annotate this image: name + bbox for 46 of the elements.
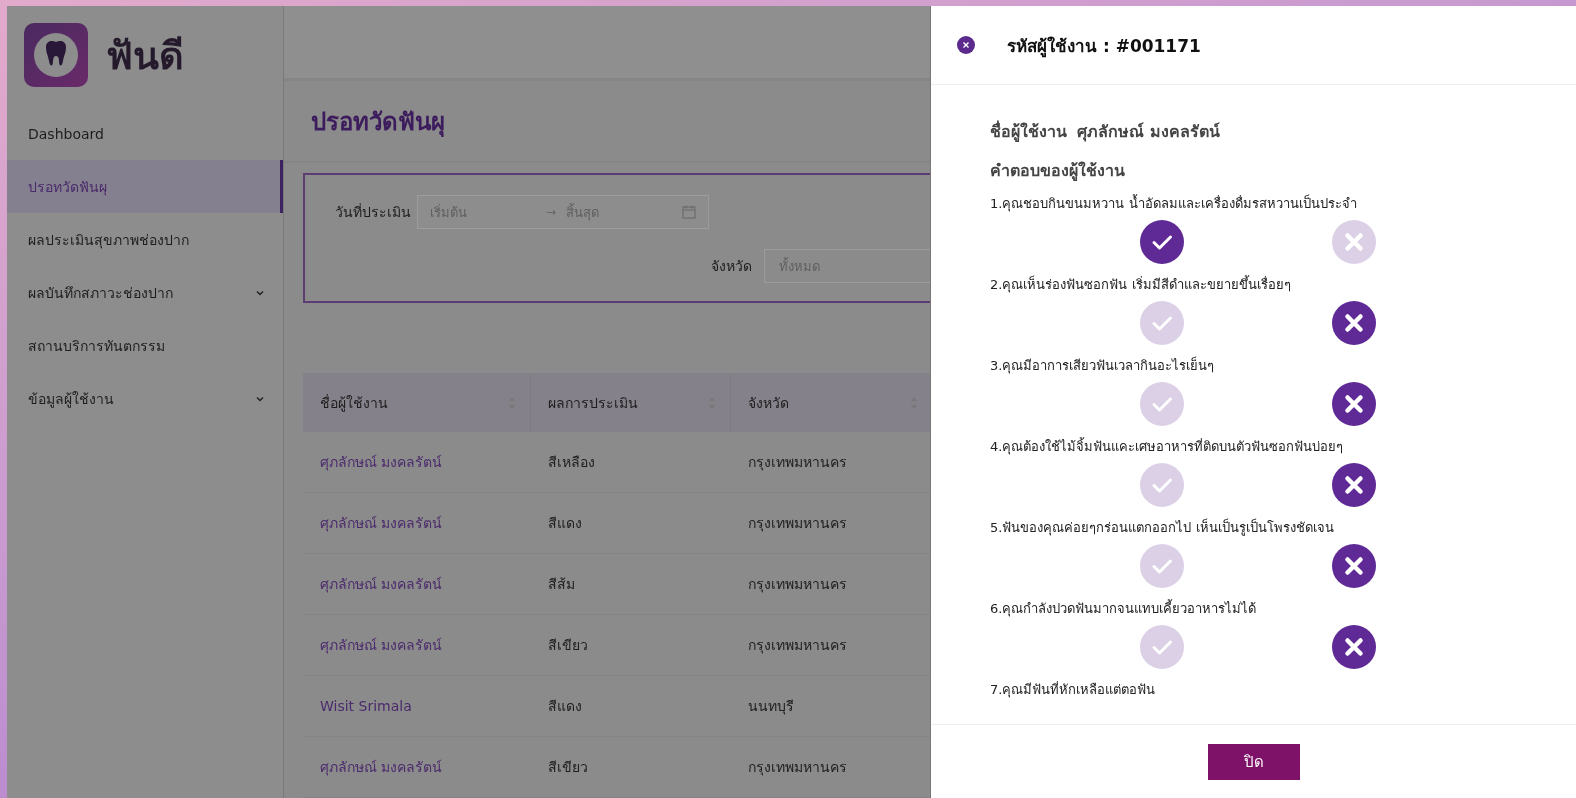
close-icon[interactable] — [957, 36, 975, 54]
sidebar-item[interactable]: ข้อมูลผู้ใช้งาน — [7, 372, 283, 425]
table-cell-text: สีส้ม — [547, 575, 576, 594]
table-cell-text: สีแดง — [547, 514, 583, 533]
field-label: จังหวัด — [711, 257, 752, 276]
question-text: 1.คุณชอบกินขนมหวาน น้ำอัดลมและเครื่องดื่มรสหวานเป็นประจำ — [990, 193, 1358, 214]
field-label: วันที่ประเมิน — [335, 202, 411, 222]
column-header[interactable]: จังหวัด — [731, 373, 930, 432]
column-header[interactable]: ผลการประเมิน — [531, 373, 731, 432]
question-text: 4.คุณต้องใช้ไม้จิ้มฟันแคะเศษอาหารที่ติดบนตัวฟันซอกฟันบ่อยๆ — [990, 436, 1345, 457]
user-name: ศุภลักษณ์ มงคลรัตน์ — [1077, 121, 1220, 144]
table-cell-text: สีเขียว — [547, 636, 589, 655]
section-heading: คำตอบของผู้ใช้งาน — [990, 160, 1126, 183]
user-link[interactable]: ศุภลักษณ์ มงคลรัตน์ — [303, 573, 531, 595]
table-cell-text: นนทบุรี — [747, 697, 795, 717]
drawer-title: รหัสผู้ใช้งาน : #001171 — [1007, 34, 1201, 59]
table-cell-text: กรุงเทพมหานคร — [747, 758, 848, 778]
sidebar-item[interactable]: ปรอทวัดฟันผุ — [7, 160, 283, 213]
user-link[interactable]: ศุภลักษณ์ มงคลรัตน์ — [303, 756, 531, 778]
table-cell-text: สีเขียว — [547, 758, 589, 777]
sidebar-item[interactable]: Dashboard — [7, 107, 283, 160]
tooth-logo-icon — [24, 23, 88, 87]
sidebar-item[interactable]: ผลบันทึกสภาวะช่องปาก — [7, 266, 283, 319]
page-title: ปรอทวัดฟันผุ — [311, 106, 445, 139]
logo-text: ฟันดี — [106, 32, 184, 80]
question-text: 3.คุณมีอาการเสียวฟันเวลากินอะไรเย็นๆ — [990, 355, 1216, 376]
close-button[interactable]: ปิด — [1207, 743, 1300, 780]
column-header[interactable]: ชื่อผู้ใช้งาน — [303, 373, 531, 432]
sidebar-item[interactable]: ผลประเมินสุขภาพช่องปาก — [7, 213, 283, 266]
table-cell-text: กรุงเทพมหานคร — [747, 453, 848, 473]
table-cell-text: กรุงเทพมหานคร — [747, 514, 848, 534]
field-label: ชื่อผู้ใช้งาน — [990, 119, 1067, 144]
user-link[interactable]: Wisit Srimala — [303, 698, 531, 714]
question-text: 2.คุณเห็นร่องฟันซอกฟัน เริ่มมีสีดำและขยายขึ้นเรื่อยๆ — [990, 274, 1292, 295]
table-cell-text: สีแดง — [547, 697, 583, 716]
question-text: 5.ฟันของคุณค่อยๆกร่อนแตกออกไป เห็นเป็นรูเป็นโพรงชัดเจน — [990, 517, 1335, 538]
table-cell-text: กรุงเทพมหานคร — [747, 636, 848, 656]
user-link[interactable]: ศุภลักษณ์ มงคลรัตน์ — [303, 451, 531, 473]
table-cell-text: กรุงเทพมหานคร — [747, 575, 848, 595]
question-text: 7.คุณมีฟันที่หักเหลือแต่ตอฟัน — [990, 680, 1157, 700]
calendar-icon — [682, 205, 696, 219]
question-text: 6.คุณกำลังปวดฟันมากจนแทบเคี้ยวอาหารไม่ได้ — [990, 598, 1258, 619]
user-link[interactable]: ศุภลักษณ์ มงคลรัตน์ — [303, 634, 531, 656]
table-cell-text: สีเหลือง — [547, 453, 596, 472]
sidebar-item[interactable]: สถานบริการทันตกรรม — [7, 319, 283, 372]
user-link[interactable]: ศุภลักษณ์ มงคลรัตน์ — [303, 512, 531, 534]
